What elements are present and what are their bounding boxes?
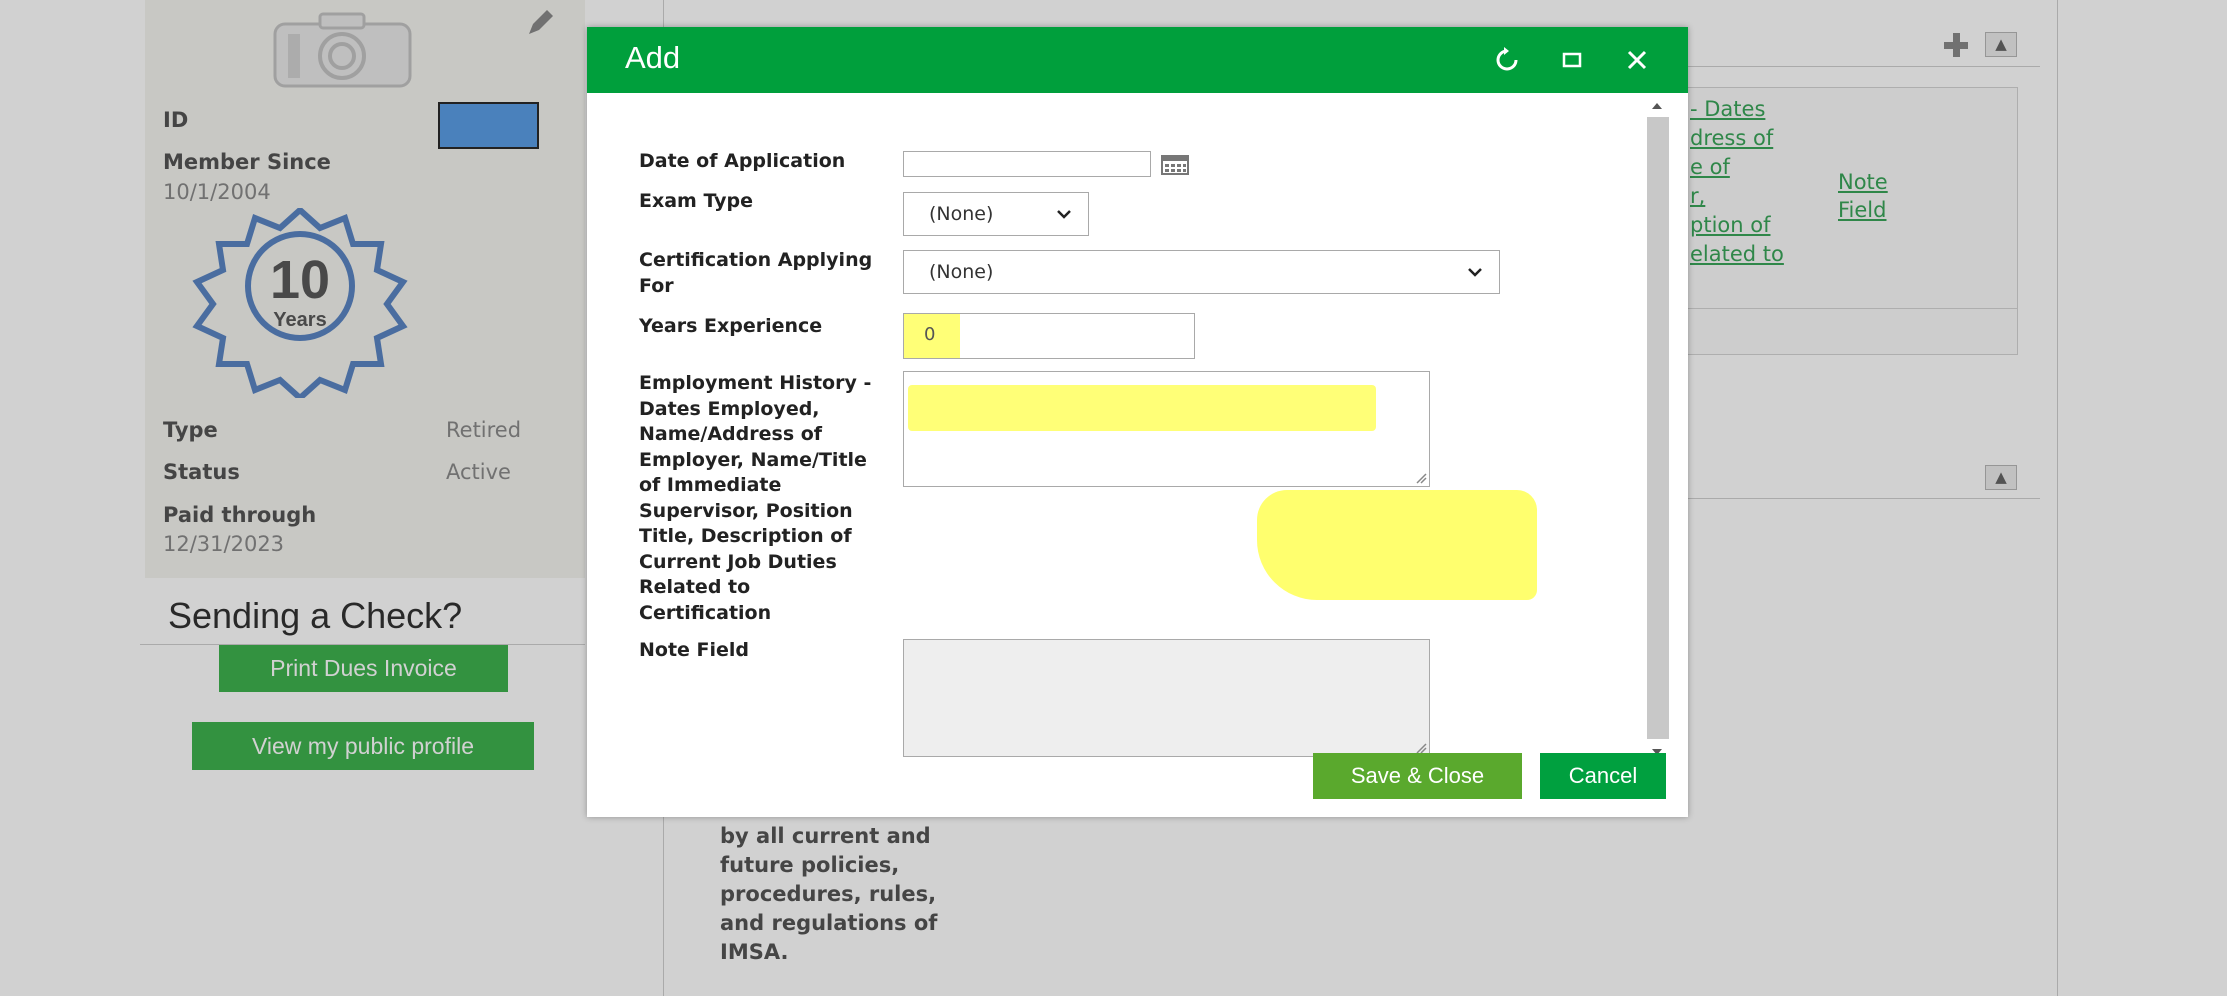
dialog-body: Date of Application Exam Type (None) Cer… bbox=[587, 93, 1688, 817]
note-field-label: Note Field bbox=[639, 639, 750, 661]
close-icon[interactable] bbox=[1622, 45, 1652, 75]
calendar-icon[interactable] bbox=[1161, 155, 1189, 175]
date-of-application-input[interactable] bbox=[903, 151, 1151, 177]
note-field-textarea[interactable] bbox=[903, 639, 1430, 757]
years-experience-label: Years Experience bbox=[639, 315, 823, 337]
employment-history-label: Employment History - Dates Employed, Nam… bbox=[639, 372, 872, 624]
certification-label: Certification Applying For bbox=[639, 249, 873, 297]
scroll-thumb[interactable] bbox=[1647, 117, 1669, 739]
certification-select[interactable]: (None) bbox=[903, 250, 1500, 294]
add-dialog: Add Date of Application Exam Type (None) bbox=[587, 27, 1688, 817]
exam-type-label: Exam Type bbox=[639, 190, 754, 212]
highlight-mark bbox=[908, 385, 1376, 431]
maximize-icon[interactable] bbox=[1557, 45, 1587, 75]
exam-type-select[interactable]: (None) bbox=[903, 192, 1089, 236]
dialog-title: Add bbox=[625, 40, 681, 75]
certification-value: (None) bbox=[929, 261, 994, 283]
scroll-up-arrow[interactable] bbox=[1651, 101, 1663, 111]
years-experience-value: 0 bbox=[924, 324, 936, 345]
years-experience-input[interactable]: 0 bbox=[903, 313, 1195, 359]
chevron-down-icon bbox=[1468, 268, 1482, 277]
dialog-scrollbar[interactable] bbox=[1642, 93, 1670, 765]
chevron-down-icon bbox=[1057, 210, 1071, 219]
highlight-mark bbox=[1257, 490, 1537, 600]
date-of-application-label: Date of Application bbox=[639, 150, 846, 172]
exam-type-value: (None) bbox=[929, 203, 994, 225]
cancel-button[interactable]: Cancel bbox=[1540, 753, 1666, 799]
resize-grip-icon[interactable] bbox=[1415, 472, 1427, 484]
refresh-icon[interactable] bbox=[1492, 45, 1522, 75]
dialog-header[interactable]: Add bbox=[587, 27, 1688, 93]
save-and-close-button[interactable]: Save & Close bbox=[1313, 753, 1522, 799]
